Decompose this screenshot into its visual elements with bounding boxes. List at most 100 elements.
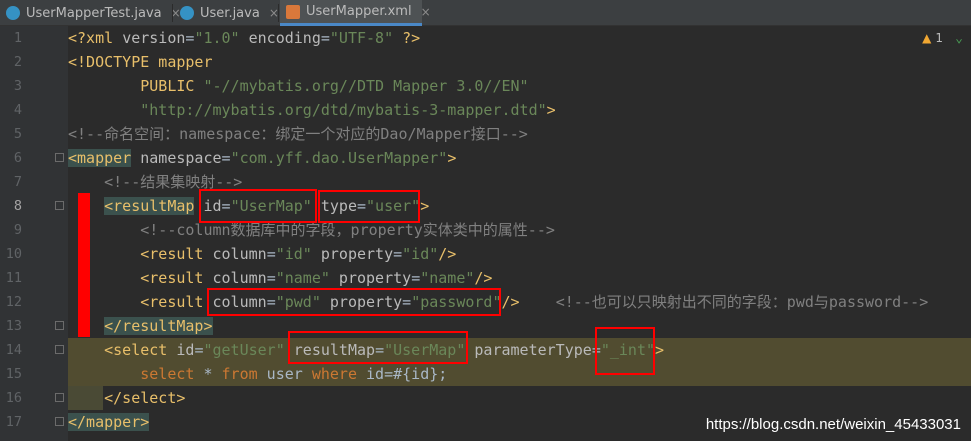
line-number: 14 (5, 342, 22, 358)
attr-name: version (122, 29, 186, 47)
code-line-1[interactable]: <?xml version="1.0" encoding="UTF-8" ?> (68, 26, 420, 50)
annotation-box-resultmap (288, 331, 468, 364)
code-line-4[interactable]: "http://mybatis.org/dtd/mybatis-3-mapper… (68, 98, 556, 122)
line-number: 2 (13, 54, 22, 70)
annotation-box-type (318, 190, 420, 223)
line-number: 8 (13, 198, 22, 214)
tag-open: <result (140, 293, 204, 311)
warning-icon: ▲ (922, 31, 932, 45)
tag-close: /> (438, 245, 457, 263)
line-number: 6 (13, 150, 22, 166)
tab-label: UserMapperTest.java (26, 5, 162, 21)
attr-value: "name" (420, 269, 475, 287)
tag-open: <mapper (68, 149, 132, 167)
code-line-15[interactable]: select * from user where id=#{id}; (68, 362, 447, 386)
editor-tab-bar: UserMapperTest.java × User.java × UserMa… (0, 0, 971, 26)
watermark: https://blog.csdn.net/weixin_45433031 (705, 416, 961, 433)
inspection-widget[interactable]: ▲ 1 (922, 31, 943, 45)
code-line-3[interactable]: PUBLIC "-//mybatis.org//DTD Mapper 3.0//… (68, 74, 528, 98)
tab-usermappertest[interactable]: UserMapperTest.java × (0, 0, 181, 26)
code-line-16[interactable]: </select> (68, 386, 185, 410)
sql-text: * (194, 365, 222, 383)
tag-open: <resultMap (104, 197, 195, 215)
attr-value: "id" (275, 245, 312, 263)
fold-marker[interactable] (55, 321, 64, 330)
sql-text: user (257, 365, 312, 383)
code-line-5[interactable]: <!--命名空间：namespace：绑定一个对应的Dao/Mapper接口--… (68, 122, 528, 146)
fold-marker[interactable] (55, 201, 64, 210)
annotation-box-column-property (207, 288, 501, 316)
tab-divider (278, 4, 279, 22)
fold-marker[interactable] (55, 393, 64, 402)
xml-pi-open: <?xml (68, 29, 123, 47)
attr-value: "com.yff.dao.UserMapper" (230, 149, 448, 167)
tag-open: <result (140, 245, 204, 263)
code-line-2[interactable]: <!DOCTYPE mapper (68, 50, 213, 74)
line-number: 1 (13, 30, 22, 46)
chevron-down-icon[interactable]: ⌄ (955, 31, 963, 46)
fold-marker[interactable] (55, 153, 64, 162)
attr-name: encoding (239, 29, 321, 47)
attr-value: "id" (402, 245, 439, 263)
line-number: 10 (5, 246, 22, 262)
tab-divider (172, 4, 173, 22)
tab-usermapper-xml[interactable]: UserMapper.xml × (280, 0, 431, 26)
tab-user[interactable]: User.java × (174, 0, 279, 26)
line-number: 13 (5, 318, 22, 334)
tag-close: > (655, 341, 665, 359)
code-line-6[interactable]: <mapper namespace="com.yff.dao.UserMappe… (68, 146, 456, 170)
attr-value: "name" (275, 269, 330, 287)
comment: <!--也可以只映射出不同的字段：pwd与password--> (555, 293, 929, 311)
code-line-13[interactable]: </resultMap> (68, 314, 213, 338)
code-line-11[interactable]: <result column="name" property="name"/> (68, 266, 492, 290)
code-line-17[interactable]: </mapper> (68, 410, 150, 434)
attr-name: column (203, 245, 267, 263)
attr-name: property (311, 245, 394, 263)
fold-marker[interactable] (55, 345, 64, 354)
line-number: 4 (13, 102, 22, 118)
tag-close: </resultMap> (104, 317, 213, 335)
tag-close: </select> (104, 389, 186, 407)
line-number: 16 (5, 390, 22, 406)
xml-file-icon (286, 4, 300, 19)
sql-keyword: from (221, 365, 258, 383)
fold-marker[interactable] (55, 417, 64, 426)
system-id: "http://mybatis.org/dtd/mybatis-3-mapper… (140, 101, 547, 119)
line-number: 5 (13, 126, 22, 142)
attr-name: property (329, 269, 412, 287)
tag-open: <select (104, 341, 168, 359)
line-number: 15 (5, 366, 22, 382)
equals: = (393, 245, 403, 263)
code-line-10[interactable]: <result column="id" property="id"/> (68, 242, 456, 266)
tab-label: User.java (200, 5, 260, 21)
equals: = (411, 269, 421, 287)
annotation-box-parametertype (595, 327, 655, 375)
attr-name: column (203, 269, 267, 287)
sql-text: id=#{id}; (357, 365, 448, 383)
tag-close: > (546, 101, 556, 119)
sql-keyword: where (311, 365, 357, 383)
close-icon[interactable]: × (421, 5, 431, 19)
xml-pi-close: ?> (393, 29, 421, 47)
tag-close: /> (474, 269, 493, 287)
line-number: 11 (5, 270, 22, 286)
tag-close: /> (501, 293, 520, 311)
line-number: 9 (13, 222, 22, 238)
equals: = (221, 149, 231, 167)
attr-name: namespace (131, 149, 222, 167)
annotation-box-id (199, 189, 317, 223)
warning-count: 1 (935, 31, 943, 45)
tag-open: <result (140, 269, 204, 287)
line-number: 3 (13, 78, 22, 94)
